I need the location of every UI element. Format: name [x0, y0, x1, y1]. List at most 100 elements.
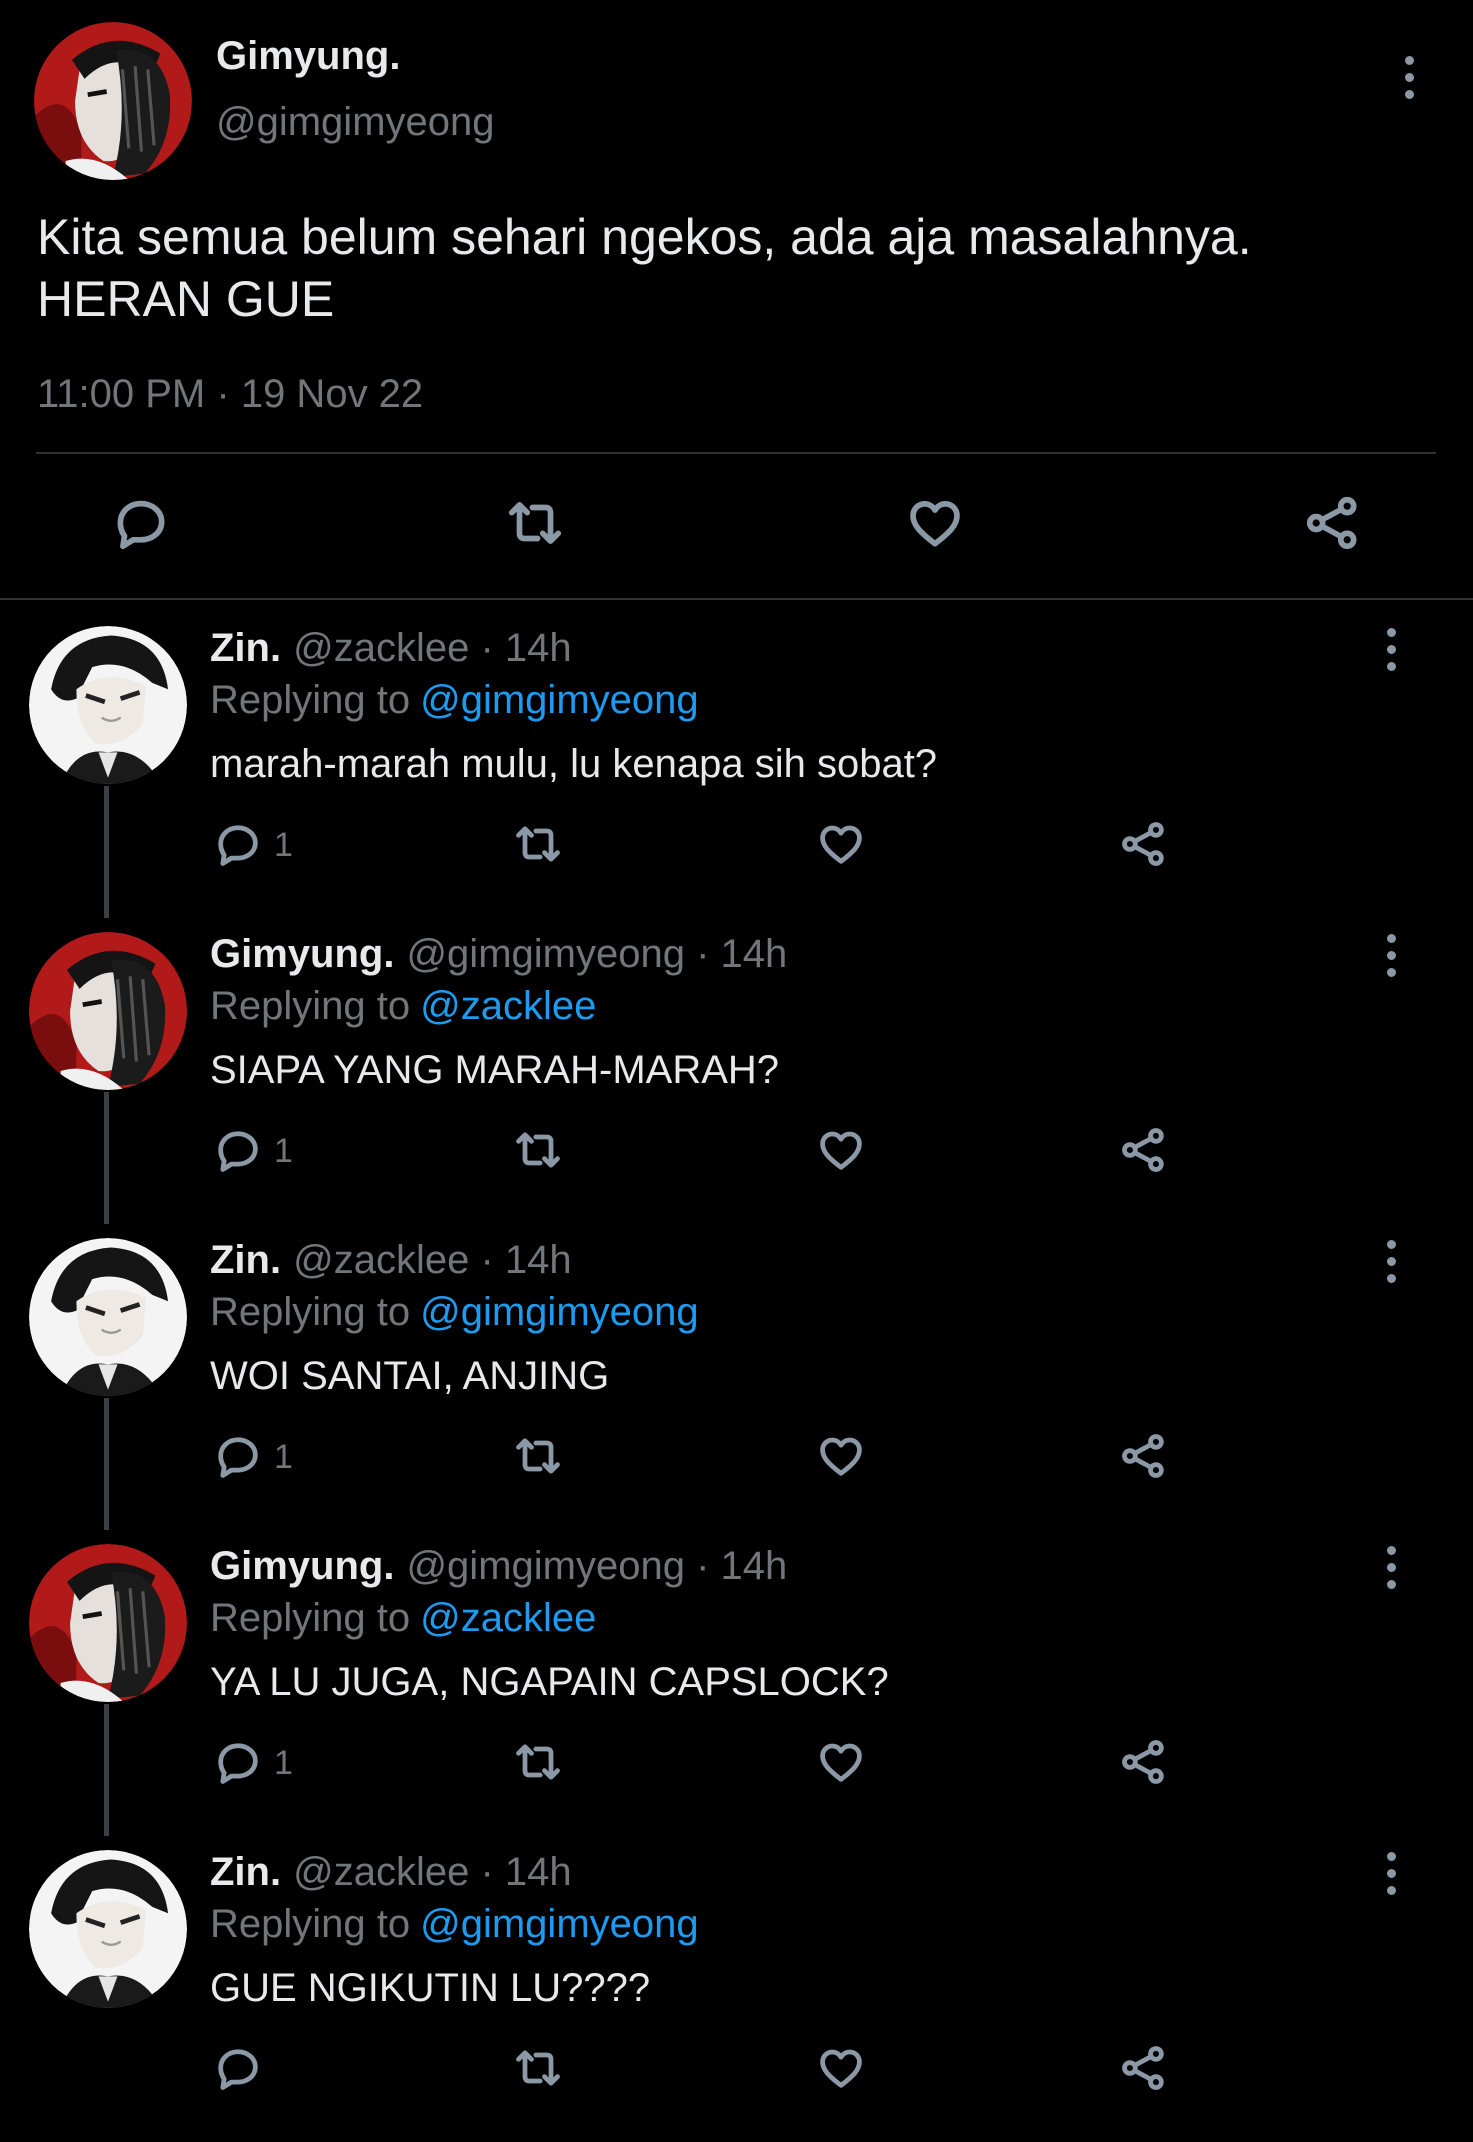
reply-icon[interactable]: [212, 1736, 264, 1788]
display-name[interactable]: Zin.: [210, 1850, 281, 1894]
retweet-icon[interactable]: [512, 1736, 564, 1788]
like-icon[interactable]: [815, 1736, 867, 1788]
like-icon[interactable]: [815, 1430, 867, 1482]
display-name[interactable]: Zin.: [210, 626, 281, 670]
tweet-actions: [0, 492, 1473, 562]
tweet-age: · 14h: [480, 1238, 572, 1282]
reply-text: YA LU JUGA, NGAPAIN CAPSLOCK?: [210, 1660, 889, 1704]
more-options-icon[interactable]: [1385, 934, 1397, 977]
mention-link[interactable]: @gimgimyeong: [420, 1290, 699, 1334]
share-icon[interactable]: [1302, 492, 1364, 554]
handle[interactable]: @zacklee: [293, 1850, 469, 1894]
avatar[interactable]: [34, 22, 192, 180]
tweet-actions: [0, 2042, 1473, 2096]
replying-label: Replying to: [210, 678, 411, 722]
share-icon[interactable]: [1118, 1124, 1170, 1176]
tweet-actions: 1: [0, 1430, 1473, 1484]
like-icon[interactable]: [904, 492, 966, 554]
retweet-icon[interactable]: [512, 1124, 564, 1176]
avatar[interactable]: [29, 1544, 187, 1702]
like-icon[interactable]: [815, 2042, 867, 2094]
tweet-actions: 1: [0, 818, 1473, 872]
reply-tweet[interactable]: Zin. @zacklee · 14h Replying to @gimgimyeo…: [0, 1224, 1473, 1530]
share-icon[interactable]: [1118, 1430, 1170, 1482]
avatar[interactable]: [29, 932, 187, 1090]
reply-header: Zin. @zacklee · 14h: [210, 1850, 572, 1895]
replying-to: Replying to @gimgimyeong: [210, 1290, 699, 1335]
tweet-text-line: Kita semua belum sehari ngekos, ada aja …: [37, 209, 1252, 265]
handle[interactable]: @gimgimyeong: [406, 932, 685, 976]
reply-tweet[interactable]: Zin. @zacklee · 14h Replying to @gimgimyeo…: [0, 1836, 1473, 2142]
tweet-date: 19 Nov 22: [240, 372, 424, 416]
reply-tweet[interactable]: Gimyung. @gimgimyeong · 14h Replying to @z…: [0, 918, 1473, 1224]
avatar[interactable]: [29, 1850, 187, 2008]
replying-label: Replying to: [210, 1596, 411, 1640]
more-options-icon[interactable]: [1385, 1240, 1397, 1283]
like-icon[interactable]: [815, 818, 867, 870]
more-options-icon[interactable]: [1385, 1852, 1397, 1895]
handle[interactable]: @gimgimyeong: [406, 1544, 685, 1588]
share-icon[interactable]: [1118, 818, 1170, 870]
reply-count: 1: [274, 1132, 293, 1170]
mention-link[interactable]: @zacklee: [420, 1596, 596, 1640]
display-name[interactable]: Gimyung.: [216, 34, 400, 79]
tweet-timestamp[interactable]: 11:00 PM · 19 Nov 22: [37, 372, 423, 417]
replying-to: Replying to @zacklee: [210, 1596, 596, 1641]
replying-to: Replying to @gimgimyeong: [210, 678, 699, 723]
reply-tweet[interactable]: Zin. @zacklee · 14h Replying to @gimgimyeo…: [0, 612, 1473, 918]
reply-count: 1: [274, 1744, 293, 1782]
avatar[interactable]: [29, 626, 187, 784]
tweet-time: 11:00 PM: [37, 372, 206, 416]
like-icon[interactable]: [815, 1124, 867, 1176]
reply-icon[interactable]: [212, 1124, 264, 1176]
retweet-icon[interactable]: [512, 818, 564, 870]
tweet-age: · 14h: [480, 1850, 572, 1894]
main-tweet: Gimyung. @gimgimyeong Kita semua belum s…: [0, 0, 1473, 600]
mention-link[interactable]: @gimgimyeong: [420, 678, 699, 722]
reply-count: 1: [274, 1438, 293, 1476]
reply-header: Zin. @zacklee · 14h: [210, 626, 572, 671]
mention-link[interactable]: @gimgimyeong: [420, 1902, 699, 1946]
more-options-icon[interactable]: [1385, 1546, 1397, 1589]
reply-icon[interactable]: [212, 1430, 264, 1482]
replying-label: Replying to: [210, 984, 411, 1028]
replying-to: Replying to @gimgimyeong: [210, 1902, 699, 1947]
handle[interactable]: @zacklee: [293, 1238, 469, 1282]
handle[interactable]: @zacklee: [293, 626, 469, 670]
reply-text: WOI SANTAI, ANJING: [210, 1354, 610, 1398]
display-name[interactable]: Gimyung.: [210, 1544, 394, 1588]
reply-icon[interactable]: [110, 492, 172, 554]
display-name[interactable]: Gimyung.: [210, 932, 394, 976]
tweet-actions: 1: [0, 1736, 1473, 1790]
reply-header: Gimyung. @gimgimyeong · 14h: [210, 1544, 787, 1589]
reply-icon[interactable]: [212, 2042, 264, 2094]
mention-link[interactable]: @zacklee: [420, 984, 596, 1028]
separator: ·: [216, 372, 230, 416]
more-options-icon[interactable]: [1403, 56, 1415, 99]
share-icon[interactable]: [1118, 1736, 1170, 1788]
display-name[interactable]: Zin.: [210, 1238, 281, 1282]
reply-text: SIAPA YANG MARAH-MARAH?: [210, 1048, 780, 1092]
more-options-icon[interactable]: [1385, 628, 1397, 671]
reply-tweet[interactable]: Gimyung. @gimgimyeong · 14h Replying to @z…: [0, 1530, 1473, 1836]
reply-text: GUE NGIKUTIN LU????: [210, 1966, 651, 2010]
divider: [36, 452, 1436, 454]
replying-label: Replying to: [210, 1290, 411, 1334]
tweet-text: Kita semua belum sehari ngekos, ada aja …: [37, 206, 1437, 330]
reply-header: Gimyung. @gimgimyeong · 14h: [210, 932, 787, 977]
tweet-text-line: HERAN GUE: [37, 271, 335, 327]
reply-icon[interactable]: [212, 818, 264, 870]
handle[interactable]: @gimgimyeong: [216, 100, 495, 145]
avatar[interactable]: [29, 1238, 187, 1396]
replying-to: Replying to @zacklee: [210, 984, 596, 1029]
retweet-icon[interactable]: [512, 2042, 564, 2094]
share-icon[interactable]: [1118, 2042, 1170, 2094]
reply-header: Zin. @zacklee · 14h: [210, 1238, 572, 1283]
retweet-icon[interactable]: [504, 492, 566, 554]
tweet-age: · 14h: [696, 932, 788, 976]
divider: [0, 598, 1473, 600]
tweet-age: · 14h: [696, 1544, 788, 1588]
reply-count: 1: [274, 826, 293, 864]
tweet-actions: 1: [0, 1124, 1473, 1178]
retweet-icon[interactable]: [512, 1430, 564, 1482]
